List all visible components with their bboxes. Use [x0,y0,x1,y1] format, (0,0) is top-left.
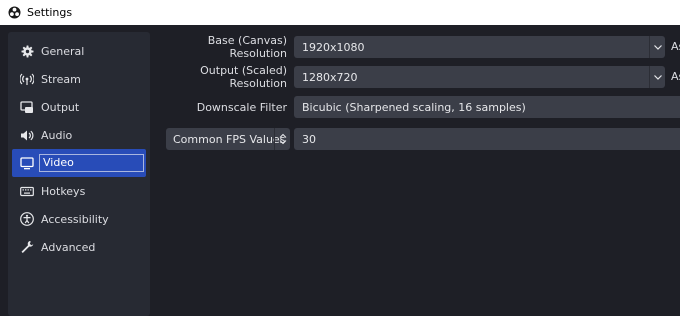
base-resolution-row: Base (Canvas) Resolution 1920x1080 As [150,34,680,60]
output-resolution-label: Output (Scaled) Resolution [200,64,287,90]
sidebar-item-stream[interactable]: Stream [12,65,146,93]
base-resolution-value: 1920x1080 [302,40,365,54]
output-resolution-value: 1280x720 [302,70,358,84]
aspect-ratio-text: As [671,40,680,53]
monitor-icon [20,156,34,170]
output-icon [20,100,34,114]
output-resolution-combo[interactable]: 1280x720 [294,66,665,88]
output-resolution-row: Output (Scaled) Resolution 1280x720 As [150,64,680,90]
settings-window: Settings General Stream Output Audio Vid… [0,0,680,316]
broadcast-icon [20,72,34,86]
sidebar-item-label: Hotkeys [41,184,86,198]
sidebar-item-accessibility[interactable]: Accessibility [12,205,146,233]
sidebar-item-label: General [41,44,85,58]
sidebar-item-label[interactable]: Video [39,154,144,172]
video-settings-panel: Base (Canvas) Resolution 1920x1080 As Ou… [150,32,680,316]
wrench-icon [20,240,34,254]
sidebar-item-label: Audio [41,128,73,142]
settings-body: General Stream Output Audio Video Hotkey… [0,25,680,316]
settings-sidebar: General Stream Output Audio Video Hotkey… [8,32,150,316]
sidebar-item-label: Advanced [41,240,96,254]
downscale-filter-label: Downscale Filter [196,100,287,114]
base-resolution-label: Base (Canvas) Resolution [207,34,287,60]
downscale-filter-row: Downscale Filter Bicubic (Sharpened scal… [150,94,680,120]
sidebar-item-label: Stream [41,72,81,86]
sidebar-item-hotkeys[interactable]: Hotkeys [12,177,146,205]
sidebar-item-advanced[interactable]: Advanced [12,233,146,261]
obs-logo-icon [8,6,21,19]
accessibility-icon [20,212,34,226]
title-bar: Settings [0,0,680,25]
sidebar-item-video[interactable]: Video [12,149,146,177]
fps-value: 30 [302,132,316,146]
sidebar-item-audio[interactable]: Audio [12,121,146,149]
downscale-filter-combo[interactable]: Bicubic (Sharpened scaling, 16 samples) [294,96,680,118]
sidebar-item-label: Accessibility [41,212,109,226]
updown-arrows-icon[interactable] [274,128,290,150]
fps-value-combo[interactable]: 30 [294,128,680,150]
chevron-down-icon[interactable] [649,36,665,58]
speaker-icon [20,128,34,142]
sidebar-item-label: Output [41,100,80,114]
sidebar-item-output[interactable]: Output [12,93,146,121]
chevron-down-icon[interactable] [649,66,665,88]
sidebar-item-general[interactable]: General [12,37,146,65]
fps-type-value: Common FPS Values [173,132,286,146]
downscale-filter-value: Bicubic (Sharpened scaling, 16 samples) [302,100,526,114]
keyboard-icon [20,184,34,198]
fps-row: Common FPS Values 30 [150,126,680,152]
gear-icon [20,44,34,58]
base-resolution-combo[interactable]: 1920x1080 [294,36,665,58]
window-title: Settings [27,6,73,19]
aspect-ratio-text: As [671,70,680,83]
fps-type-select[interactable]: Common FPS Values [166,128,290,150]
